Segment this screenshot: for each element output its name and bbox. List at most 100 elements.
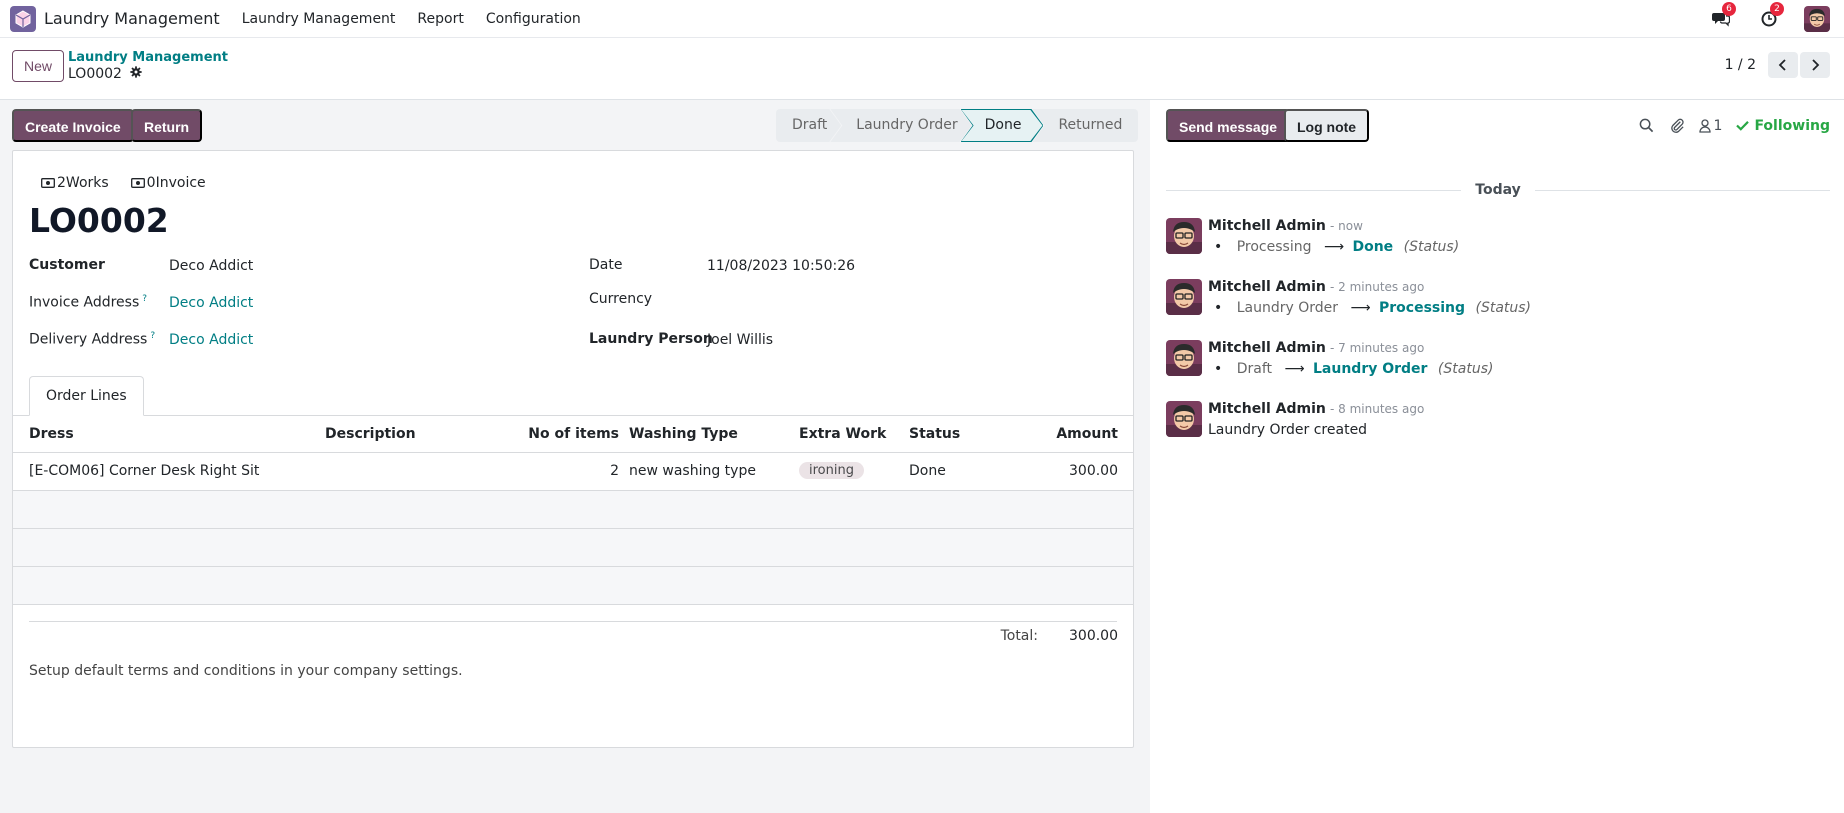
avatar[interactable] [1166, 401, 1202, 437]
money-icon [41, 178, 55, 188]
delivery-address-field[interactable]: Deco Addict [169, 332, 253, 348]
top-navbar: Laundry Management Laundry Management Re… [0, 0, 1844, 38]
app-box-icon[interactable] [10, 5, 36, 32]
gear-icon[interactable] [130, 66, 142, 82]
new-button[interactable]: New [12, 50, 65, 82]
works-smart-button[interactable]: 2 Works [41, 175, 109, 191]
cell-dress[interactable]: [E-COM06] Corner Desk Right Sit [29, 463, 259, 479]
cell-amount[interactable]: 300.00 [1069, 463, 1118, 479]
activities-button[interactable]: 2 [1758, 2, 1784, 30]
message-author[interactable]: Mitchell Admin [1208, 401, 1326, 417]
help-tooltip-icon[interactable]: ? [150, 331, 155, 341]
user-avatar[interactable] [1804, 6, 1830, 32]
search-icon[interactable] [1639, 118, 1654, 133]
chevron-left-icon [1778, 59, 1786, 71]
cell-extra-work-tag[interactable]: ironing [799, 462, 864, 479]
tab-order-lines[interactable]: Order Lines [29, 376, 144, 416]
breadcrumb-parent[interactable]: Laundry Management [68, 50, 228, 65]
cell-status[interactable]: Done [909, 463, 946, 479]
stage-returned[interactable]: Returned [1032, 109, 1139, 142]
empty-row [13, 491, 1133, 529]
cell-no-of-items[interactable]: 2 [610, 463, 619, 479]
menu-configuration[interactable]: Configuration [486, 11, 581, 27]
delivery-address-label-text: Delivery Address [29, 331, 148, 348]
send-message-button[interactable]: Send message [1166, 109, 1291, 142]
arrow-right-icon: ⟶ [1350, 300, 1371, 316]
message-time: - 2 minutes ago [1330, 280, 1425, 294]
col-dress[interactable]: Dress [29, 426, 74, 442]
activities-count-badge: 2 [1770, 2, 1784, 16]
customer-label: Customer [29, 257, 105, 273]
customer-field[interactable]: Deco Addict [169, 258, 253, 274]
arrow-right-icon: ⟶ [1323, 239, 1345, 255]
message-author[interactable]: Mitchell Admin [1208, 218, 1326, 234]
tracking-value: • Laundry Order ⟶ Processing (Status) [1214, 300, 1532, 316]
help-tooltip-icon[interactable]: ? [142, 294, 147, 304]
table-row[interactable]: [E-COM06] Corner Desk Right Sit 2 new wa… [13, 453, 1133, 491]
avatar[interactable] [1166, 279, 1202, 315]
message-header: Mitchell Admin - 8 minutes ago [1208, 401, 1424, 417]
arrow-right-icon: ⟶ [1284, 361, 1305, 377]
messages-button[interactable]: 6 [1710, 2, 1736, 30]
col-status[interactable]: Status [909, 426, 960, 442]
col-no-of-items[interactable]: No of items [528, 426, 619, 442]
col-description[interactable]: Description [325, 426, 416, 442]
paperclip-icon[interactable] [1670, 118, 1685, 133]
breadcrumb-current: LO0002 [68, 66, 142, 82]
date-field[interactable]: 11/08/2023 10:50:26 [707, 258, 855, 274]
following-button[interactable]: Following [1736, 118, 1830, 134]
terms-note[interactable]: Setup default terms and conditions in yo… [29, 663, 463, 679]
works-label: Works [65, 175, 109, 191]
total-label: Total: [1000, 628, 1038, 644]
message-time: - 7 minutes ago [1330, 341, 1425, 355]
date-label: Date [589, 257, 623, 273]
tracking-field-name: (Status) [1403, 239, 1460, 255]
delivery-address-label: Delivery Address? [29, 331, 155, 348]
tracking-value: • Processing ⟶ Done (Status) [1214, 239, 1460, 255]
breadcrumb-current-label: LO0002 [68, 66, 122, 82]
record-title: LO0002 [29, 201, 169, 240]
invoice-address-label-text: Invoice Address [29, 294, 140, 311]
stage-laundry-order[interactable]: Laundry Order [830, 109, 971, 142]
log-note-button[interactable]: Log note [1284, 109, 1370, 142]
invoice-address-field[interactable]: Deco Addict [169, 295, 253, 311]
table-header: Dress Description No of items Washing Ty… [13, 416, 1133, 453]
avatar[interactable] [1166, 218, 1202, 254]
col-washing-type[interactable]: Washing Type [629, 426, 738, 442]
laundry-person-field[interactable]: Joel Willis [707, 332, 773, 348]
app-name[interactable]: Laundry Management [44, 9, 220, 28]
laundry-person-label: Laundry Person [589, 331, 713, 347]
followers-button[interactable]: 1 [1698, 117, 1723, 134]
works-count: 2 [57, 175, 66, 191]
currency-field[interactable] [707, 291, 1087, 309]
create-invoice-button[interactable]: Create Invoice [12, 109, 134, 142]
stage-draft[interactable]: Draft [776, 109, 841, 142]
stage-done[interactable]: Done [961, 109, 1044, 142]
menu-report[interactable]: Report [417, 11, 463, 27]
menu-laundry-management[interactable]: Laundry Management [242, 11, 396, 27]
col-extra-work[interactable]: Extra Work [799, 426, 886, 442]
message-header: Mitchell Admin - now [1208, 218, 1363, 234]
tracking-new-value: Processing [1379, 300, 1466, 316]
statusbar: Draft Laundry Order Done Returned [776, 109, 1139, 142]
col-amount[interactable]: Amount [1056, 426, 1118, 442]
pager-previous-button[interactable] [1768, 52, 1798, 78]
message-author[interactable]: Mitchell Admin [1208, 340, 1326, 356]
pager-next-button[interactable] [1800, 52, 1830, 78]
user-icon [1698, 118, 1711, 133]
message-time: - 8 minutes ago [1330, 402, 1425, 416]
avatar[interactable] [1166, 340, 1202, 376]
form-area: Create Invoice Return Draft Laundry Orde… [0, 100, 1150, 813]
tracking-old-value: Processing [1236, 239, 1312, 255]
tracking-value: • Draft ⟶ Laundry Order (Status) [1214, 361, 1494, 377]
followers-count: 1 [1713, 117, 1723, 134]
return-button[interactable]: Return [131, 109, 203, 142]
invoice-count: 0 [146, 175, 156, 191]
cell-washing-type[interactable]: new washing type [629, 463, 756, 479]
chatter-panel: Send message Log note 1 Following Today … [1150, 100, 1844, 813]
message-header: Mitchell Admin - 7 minutes ago [1208, 340, 1424, 356]
invoice-label: Invoice [155, 175, 206, 191]
pager-value[interactable]: 1 / 2 [1725, 57, 1756, 73]
message-author[interactable]: Mitchell Admin [1208, 279, 1326, 295]
invoice-smart-button[interactable]: 0 Invoice [130, 175, 206, 191]
